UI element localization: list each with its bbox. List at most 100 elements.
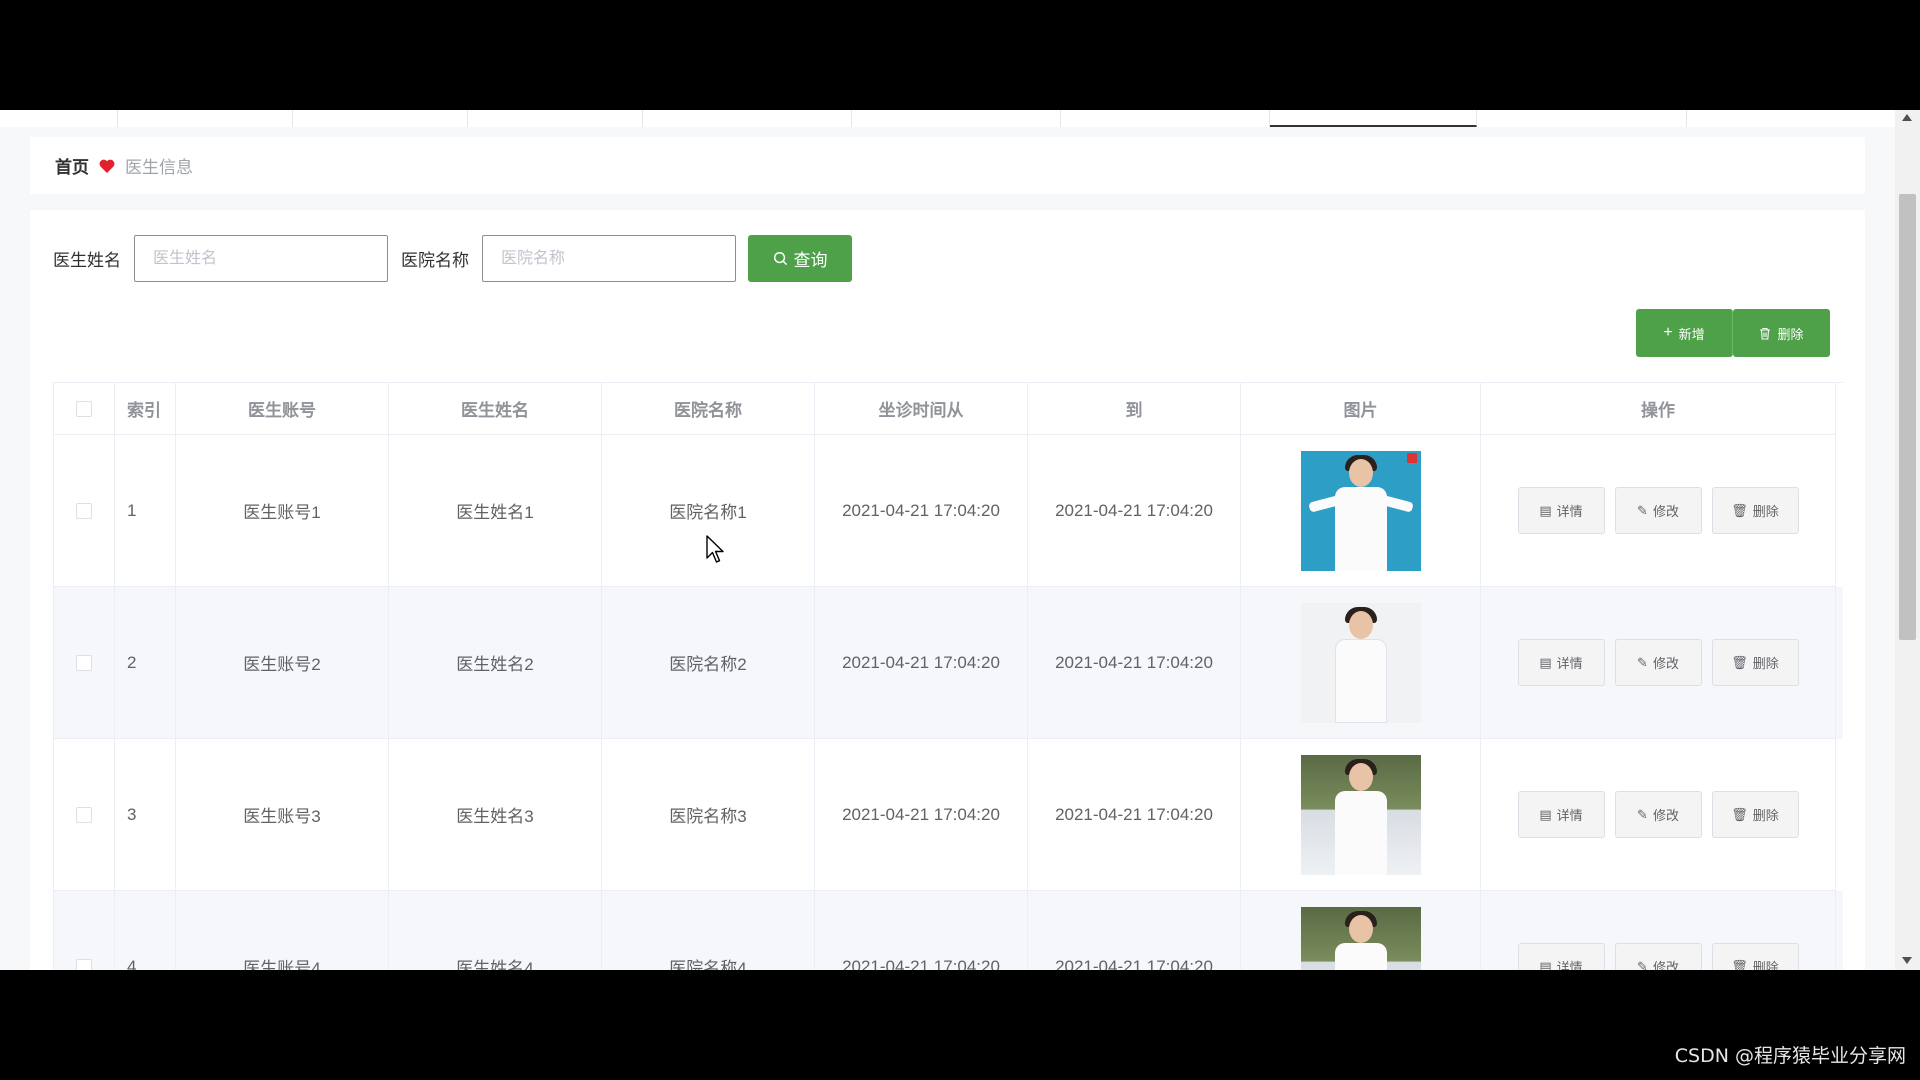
add-button[interactable]: + 新增 [1636,309,1733,357]
edit-label: 修改 [1652,656,1679,671]
edit-label: 修改 [1652,808,1679,823]
detail-label: 详情 [1556,960,1583,970]
scroll-thumb[interactable] [1899,194,1916,640]
row-checkbox[interactable] [76,958,92,970]
header-name: 医生姓名 [389,383,602,435]
row-index: 4 [115,891,176,970]
row-index: 1 [115,435,176,587]
delete-label: 删除 [1752,808,1779,823]
tab-9[interactable] [1477,110,1687,127]
trash-icon: 🗑 [1731,654,1748,670]
document-icon: ▤ [1539,654,1552,670]
table-header: 索引 医生账号 医生姓名 医院名称 坐诊时间从 到 图片 操作 [54,383,1843,435]
detail-label: 详情 [1556,656,1583,671]
table-row: 1 医生账号1 医生姓名1 医院名称1 2021-04-21 17:04:20 … [54,435,1843,587]
breadcrumb: 首页 医生信息 [30,137,1865,194]
row-time-to: 2021-04-21 17:04:20 [1028,435,1241,587]
edit-button[interactable]: ✎ 修改 [1614,943,1702,970]
breadcrumb-current: 医生信息 [125,158,193,177]
detail-button[interactable]: ▤ 详情 [1517,943,1605,971]
doctor-name-label: 医生姓名 [53,251,121,270]
delete-button[interactable]: 🗑 删除 [1711,639,1799,686]
page-viewport: 首页 医生信息 医生姓名 医院名称 查询 + 新增 [0,110,1920,970]
row-time-from: 2021-04-21 17:04:20 [815,587,1028,739]
batch-delete-button[interactable]: 删除 [1733,309,1830,357]
search-form: 医生姓名 医院名称 查询 [53,235,852,282]
hospital-name-label: 医院名称 [401,251,469,270]
row-hospital: 医院名称4 [602,891,815,970]
doctor-name-input[interactable] [134,235,388,282]
trash-icon: 🗑 [1731,502,1748,518]
tab-7[interactable] [1061,110,1270,127]
header-account: 医生账号 [176,383,389,435]
table-row: 2 医生账号2 医生姓名2 医院名称2 2021-04-21 17:04:20 … [54,587,1843,739]
detail-button[interactable]: ▤ 详情 [1517,639,1605,686]
breadcrumb-home[interactable]: 首页 [55,153,89,178]
row-account: 医生账号3 [176,739,389,891]
edit-button[interactable]: ✎ 修改 [1614,487,1702,534]
edit-button[interactable]: ✎ 修改 [1614,791,1702,838]
tab-1[interactable] [0,110,118,127]
delete-label: 删除 [1752,504,1779,519]
mouse-cursor-icon [706,535,724,563]
header-time-from: 坐诊时间从 [815,383,1028,435]
doctor-photo[interactable] [1300,906,1421,970]
row-time-to: 2021-04-21 17:04:20 [1028,891,1241,970]
row-time-from: 2021-04-21 17:04:20 [815,435,1028,587]
delete-button[interactable]: 🗑 删除 [1711,943,1799,971]
row-name: 医生姓名2 [389,587,602,739]
document-icon: ▤ [1539,958,1552,971]
row-checkbox[interactable] [76,502,92,519]
pencil-icon: ✎ [1637,502,1648,518]
doctor-photo[interactable] [1300,602,1421,723]
doctor-photo[interactable] [1300,754,1421,875]
heart-icon [99,159,115,173]
edit-label: 修改 [1652,504,1679,519]
doctor-photo[interactable] [1300,450,1421,571]
batch-delete-label: 删除 [1777,326,1804,342]
delete-label: 删除 [1752,656,1779,671]
delete-label: 删除 [1752,960,1779,970]
trash-icon: 🗑 [1731,958,1748,971]
trash-icon [1760,327,1771,340]
hospital-name-input[interactable] [482,235,736,282]
tab-5[interactable] [643,110,852,127]
query-button[interactable]: 查询 [748,235,852,282]
row-index: 2 [115,587,176,739]
tab-2[interactable] [118,110,293,127]
scroll-up-arrow-icon[interactable] [1902,114,1912,121]
toolbar: + 新增 删除 [1636,309,1830,357]
tab-3[interactable] [293,110,468,127]
tab-6[interactable] [852,110,1061,127]
select-all-checkbox[interactable] [76,400,92,417]
screen: 首页 医生信息 医生姓名 医院名称 查询 + 新增 [0,0,1920,1080]
detail-button[interactable]: ▤ 详情 [1517,791,1605,838]
edit-button[interactable]: ✎ 修改 [1614,639,1702,686]
document-icon: ▤ [1539,806,1552,822]
vertical-scrollbar[interactable] [1895,110,1920,970]
tab-active[interactable] [1270,110,1477,127]
row-hospital: 医院名称3 [602,739,815,891]
row-name: 医生姓名3 [389,739,602,891]
row-checkbox[interactable] [76,654,92,671]
trash-icon: 🗑 [1731,806,1748,822]
delete-button[interactable]: 🗑 删除 [1711,791,1799,838]
row-time-to: 2021-04-21 17:04:20 [1028,587,1241,739]
add-button-label: 新增 [1678,326,1705,342]
watermark: CSDN @程序猿毕业分享网 [1674,1045,1906,1067]
query-button-label: 查询 [793,251,828,270]
delete-button[interactable]: 🗑 删除 [1711,487,1799,534]
search-icon [773,251,787,266]
pencil-icon: ✎ [1637,806,1648,822]
row-hospital: 医院名称2 [602,587,815,739]
row-checkbox[interactable] [76,806,92,823]
tab-4[interactable] [468,110,643,127]
scroll-down-arrow-icon[interactable] [1902,957,1912,964]
detail-button[interactable]: ▤ 详情 [1517,487,1605,534]
detail-label: 详情 [1556,808,1583,823]
top-tab-strip [0,110,1895,127]
row-account: 医生账号1 [176,435,389,587]
document-icon: ▤ [1539,502,1552,518]
header-index: 索引 [115,383,176,435]
row-name: 医生姓名4 [389,891,602,970]
